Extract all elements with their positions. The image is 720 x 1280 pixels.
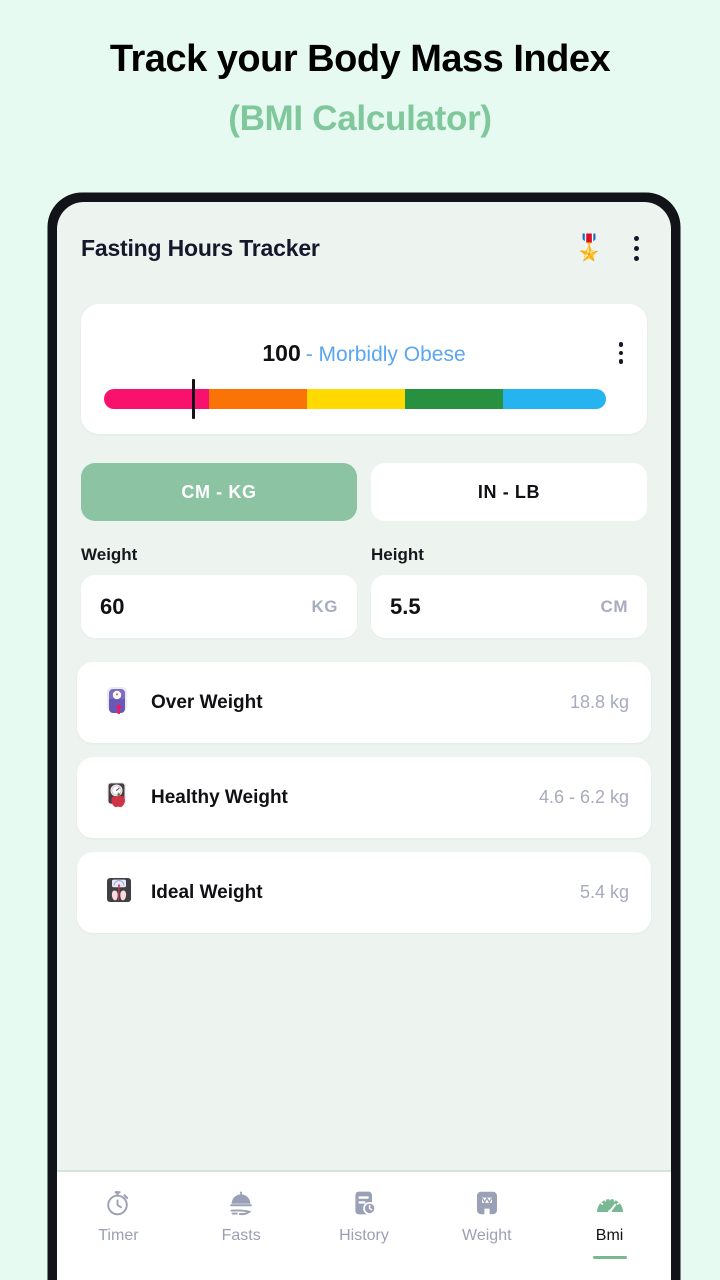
bmi-scale-segment-underweight <box>503 389 606 409</box>
bmi-scale <box>104 379 606 419</box>
bmi-value-row: 100- Morbidly Obese <box>81 340 647 367</box>
result-value: 18.8 kg <box>569 692 629 712</box>
unit-toggle-group: CM - KG IN - LB <box>81 463 647 521</box>
kebab-menu-icon[interactable] <box>625 234 647 262</box>
weight-label: Weight <box>81 545 138 564</box>
result-label: Healthy Weight <box>151 786 288 808</box>
weight-unit: KG <box>311 596 338 616</box>
weight-value[interactable]: 60 <box>100 594 312 620</box>
app-title: Fasting Hours Tracker <box>81 234 320 261</box>
nav-label: Fasts <box>221 1227 261 1244</box>
bmi-card-kebab-menu-icon[interactable] <box>611 340 631 366</box>
phone-frame: Fasting Hours Tracker 🎖️ 100- Morbidly O… <box>48 193 680 1280</box>
history-clock-icon <box>350 1186 378 1220</box>
height-value[interactable]: 5.5 <box>390 594 601 620</box>
result-value: 4.6 - 6.2 kg <box>538 787 629 807</box>
bmi-value: 100 <box>262 340 301 366</box>
speedometer-icon <box>595 1186 625 1220</box>
nav-label: History <box>339 1227 389 1244</box>
bmi-category: - Morbidly Obese <box>305 343 466 366</box>
nav-label: Timer <box>98 1227 139 1244</box>
scale-apple-icon <box>97 778 141 817</box>
nav-item-fasts[interactable]: Fasts <box>180 1186 303 1245</box>
nav-item-bmi[interactable]: Bmi <box>548 1186 671 1259</box>
nav-item-weight[interactable]: Weight <box>425 1186 548 1245</box>
nav-active-underline <box>592 1256 627 1259</box>
bmi-scale-bar <box>104 389 606 409</box>
phone-screen: Fasting Hours Tracker 🎖️ 100- Morbidly O… <box>57 202 671 1280</box>
height-input-group: Height 5.5 CM <box>371 545 647 638</box>
bmi-scale-segment-healthy <box>405 389 504 409</box>
bmi-scale-marker <box>191 379 195 419</box>
result-value: 5.4 kg <box>579 882 629 902</box>
nav-label: Weight <box>462 1227 512 1244</box>
unit-option-in-lb[interactable]: IN - LB <box>371 463 647 521</box>
bmi-summary-card: 100- Morbidly Obese <box>81 304 647 434</box>
screenshot-root: Track your Body Mass Index (BMI Calculat… <box>0 0 720 1280</box>
bottom-navigation: Timer Fasts History Weight Bmi <box>57 1172 671 1280</box>
result-list: Over Weight 18.8 kg Healthy Weight 4.6 -… <box>77 662 651 933</box>
result-label: Over Weight <box>151 691 263 713</box>
scale-feet-icon <box>97 873 141 912</box>
nav-item-timer[interactable]: Timer <box>57 1186 180 1245</box>
result-row-over-weight[interactable]: Over Weight 18.8 kg <box>77 662 651 743</box>
stopwatch-icon <box>104 1186 132 1220</box>
weight-input-group: Weight 60 KG <box>81 545 357 638</box>
medal-badge-icon[interactable]: 🎖️ <box>574 235 605 261</box>
weight-input[interactable]: 60 KG <box>81 575 357 638</box>
unit-option-cm-kg[interactable]: CM - KG <box>81 463 357 521</box>
promo-headline: Track your Body Mass Index <box>109 38 611 80</box>
result-label: Ideal Weight <box>151 881 263 903</box>
weight-scale-icon <box>473 1186 501 1220</box>
height-input[interactable]: 5.5 CM <box>371 575 647 638</box>
height-unit: CM <box>600 596 628 616</box>
app-bar: Fasting Hours Tracker 🎖️ <box>57 202 671 294</box>
result-row-ideal-weight[interactable]: Ideal Weight 5.4 kg <box>77 852 651 933</box>
height-label: Height <box>371 545 424 564</box>
result-row-healthy-weight[interactable]: Healthy Weight 4.6 - 6.2 kg <box>77 757 651 838</box>
food-cloche-icon <box>226 1186 256 1220</box>
weight-scale-up-arrow-icon <box>97 683 141 722</box>
promo-header: Track your Body Mass Index (BMI Calculat… <box>0 34 720 146</box>
bmi-scale-segment-obese <box>209 389 308 409</box>
promo-subheadline: (BMI Calculator) <box>228 99 492 138</box>
nav-item-history[interactable]: History <box>303 1186 426 1245</box>
measurement-inputs: Weight 60 KG Height 5.5 CM <box>81 545 647 638</box>
bmi-scale-segment-overweight <box>307 389 406 409</box>
nav-label: Bmi <box>595 1227 624 1244</box>
